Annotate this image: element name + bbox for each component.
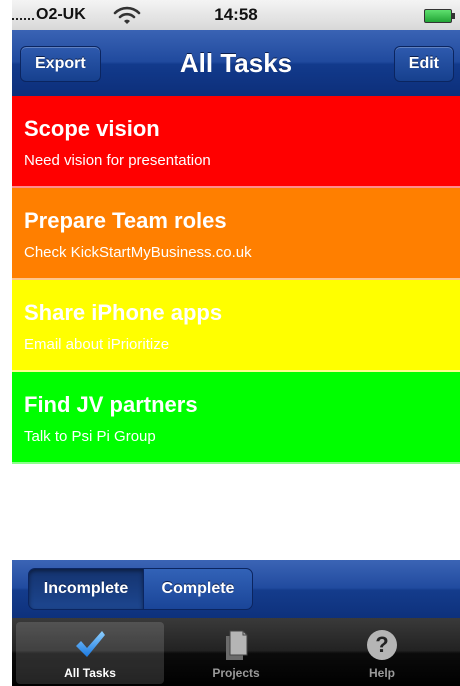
svg-text:?: ? [375, 632, 388, 657]
edit-button[interactable]: Edit [393, 46, 454, 82]
task-list: Scope vision Need vision for presentatio… [12, 96, 460, 464]
task-row-scope-vision[interactable]: Scope vision Need vision for presentatio… [12, 96, 460, 188]
help-icon: ? [367, 630, 397, 660]
task-subtitle: Talk to Psi Pi Group [24, 428, 156, 445]
navigation-bar: Export All Tasks Edit [12, 30, 460, 97]
tab-all-tasks[interactable]: All Tasks [16, 622, 164, 684]
page-title: All Tasks [179, 48, 293, 78]
tab-label: All Tasks [64, 666, 116, 680]
checkmark-icon [76, 631, 105, 657]
task-title: Share iPhone apps [24, 300, 223, 325]
status-time: 14:58 [214, 5, 258, 24]
tab-help[interactable]: ? Help [308, 622, 456, 684]
task-title: Find JV partners [24, 392, 198, 417]
complete-segment[interactable]: Complete [143, 568, 253, 610]
task-subtitle: Check KickStartMyBusiness.co.uk [24, 244, 252, 261]
task-row-prepare-team-roles[interactable]: Prepare Team roles Check KickStartMyBusi… [12, 188, 460, 280]
task-row-share-iphone-apps[interactable]: Share iPhone apps Email about iPrioritiz… [12, 280, 460, 372]
battery-icon [424, 9, 455, 23]
task-subtitle: Need vision for presentation [24, 152, 211, 169]
incomplete-segment[interactable]: Incomplete [28, 568, 144, 610]
app-screen: O2-UK 14:58 Export All Tasks Edit Scope … [12, 0, 460, 686]
tab-label: Help [368, 666, 395, 680]
status-bar: O2-UK 14:58 [12, 0, 460, 31]
task-subtitle: Email about iPrioritize [24, 336, 170, 353]
filter-toolbar: Incomplete Complete [12, 560, 460, 618]
tab-label: Projects [212, 666, 260, 680]
tab-projects[interactable]: Projects [162, 622, 310, 684]
task-row-find-jv-partners[interactable]: Find JV partners Talk to Psi Pi Group [12, 372, 460, 464]
task-title: Scope vision [24, 116, 160, 141]
task-title: Prepare Team roles [24, 208, 227, 233]
documents-icon [226, 630, 248, 660]
tab-bar: All Tasks Projects ? Help [12, 618, 460, 686]
